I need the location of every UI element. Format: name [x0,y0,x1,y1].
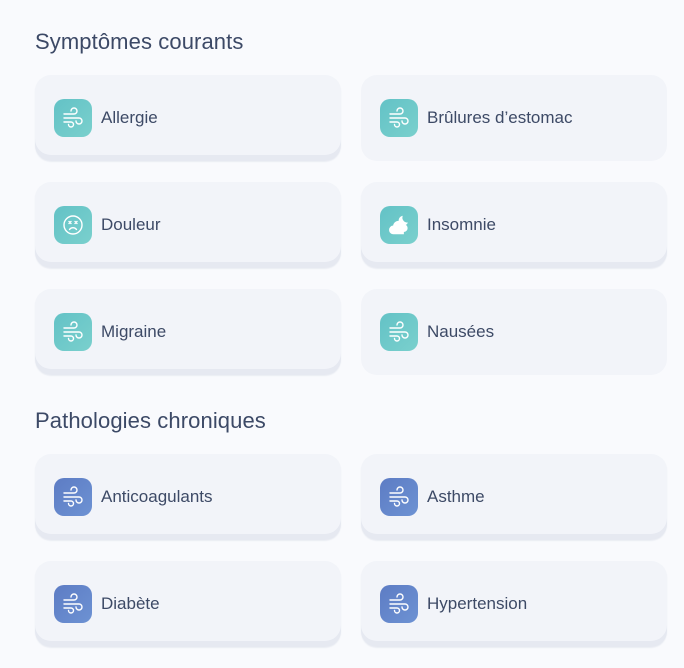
card-label: Diabète [101,594,160,613]
section-title-symptoms: Symptômes courants [35,29,244,54]
moon-cloud-icon [380,206,418,244]
sad-face-icon [54,206,92,244]
card-brulures-estomac[interactable]: Brûlures d’estomac [361,75,667,161]
card-label: Insomnie [427,215,496,234]
card-label: Brûlures d’estomac [427,108,573,127]
card-label: Migraine [101,322,167,341]
chronic-grid: Anticoagulants Asthme Diabète Hypertensi… [35,454,667,647]
card-label: Hypertension [427,594,528,613]
card-allergie[interactable]: Allergie [35,75,341,161]
card-label: Allergie [101,108,158,127]
wind-icon [380,585,418,623]
card-diabete[interactable]: Diabète [35,561,341,647]
card-anticoagulants[interactable]: Anticoagulants [35,454,341,540]
card-migraine[interactable]: Migraine [35,289,341,375]
wind-icon [380,99,418,137]
wind-icon [54,99,92,137]
symptoms-grid: Allergie Brûlures d’estomac Douleur Inso… [35,75,667,375]
card-label: Nausées [427,322,495,341]
wind-icon [54,585,92,623]
card-label: Asthme [427,487,485,506]
wind-icon [54,478,92,516]
card-hypertension[interactable]: Hypertension [361,561,667,647]
card-label: Anticoagulants [101,487,213,506]
wind-icon [380,478,418,516]
section-title-chronic: Pathologies chroniques [35,408,266,433]
card-douleur[interactable]: Douleur [35,182,341,268]
card-nausees[interactable]: Nausées [361,289,667,375]
wind-icon [54,313,92,351]
card-label: Douleur [101,215,161,234]
card-asthme[interactable]: Asthme [361,454,667,540]
card-insomnie[interactable]: Insomnie [361,182,667,268]
wind-icon [380,313,418,351]
